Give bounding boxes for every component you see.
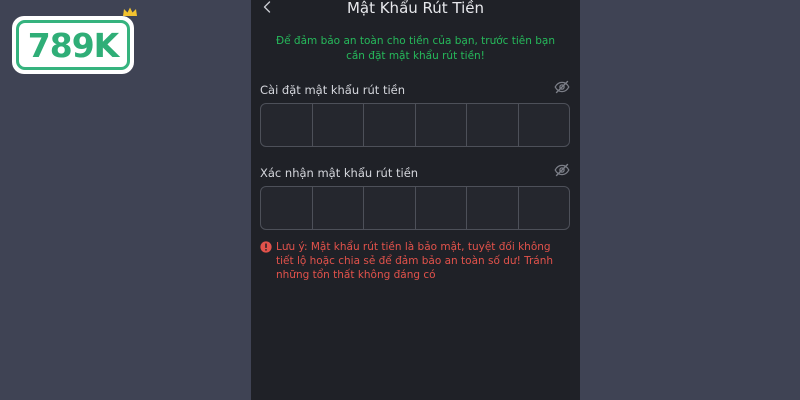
pin-cell[interactable] (261, 187, 313, 229)
pin-cell[interactable] (364, 104, 416, 146)
pin-cell[interactable] (519, 187, 570, 229)
pin-cell[interactable] (467, 104, 519, 146)
confirm-password-label: Xác nhận mật khẩu rút tiền (260, 166, 419, 180)
warning-note: Lưu ý: Mật khẩu rút tiền là bảo mật, tuy… (260, 240, 566, 282)
pin-cell[interactable] (313, 187, 364, 229)
pin-cell[interactable] (519, 104, 570, 146)
toggle-visibility-button[interactable] (554, 162, 570, 177)
set-password-pin-input[interactable] (260, 103, 570, 147)
confirm-password-pin-input[interactable] (260, 186, 570, 230)
withdraw-password-panel: Mật Khẩu Rút Tiền Để đảm bảo an toàn cho… (251, 0, 580, 400)
page: 789K Mật Khẩu Rút Tiền Để đảm bảo an toà… (0, 0, 800, 400)
page-title: Mật Khẩu Rút Tiền (346, 0, 485, 17)
warning-text: Lưu ý: Mật khẩu rút tiền là bảo mật, tuy… (276, 241, 554, 281)
pin-cell[interactable] (364, 187, 416, 229)
pin-cell[interactable] (416, 104, 467, 146)
header: Mật Khẩu Rút Tiền (251, 0, 580, 18)
toggle-visibility-button[interactable] (554, 79, 570, 94)
set-password-label-row: Cài đặt mật khẩu rút tiền (260, 79, 570, 97)
eye-off-icon (554, 80, 570, 94)
alert-circle-icon (260, 241, 272, 253)
crown-icon (123, 7, 137, 16)
confirm-password-label-row: Xác nhận mật khẩu rút tiền (260, 162, 570, 180)
pin-cell[interactable] (416, 187, 467, 229)
set-password-label: Cài đặt mật khẩu rút tiền (260, 83, 406, 97)
eye-off-icon (554, 163, 570, 177)
brand-logo: 789K (12, 7, 137, 74)
brand-logo-text: 789K (27, 25, 119, 65)
security-notice: Để đảm bảo an toàn cho tiền của bạn, trư… (275, 35, 556, 62)
pin-cell[interactable] (313, 104, 364, 146)
brand-logo-frame: 789K (16, 7, 137, 70)
pin-cell[interactable] (261, 104, 313, 146)
pin-cell[interactable] (467, 187, 519, 229)
